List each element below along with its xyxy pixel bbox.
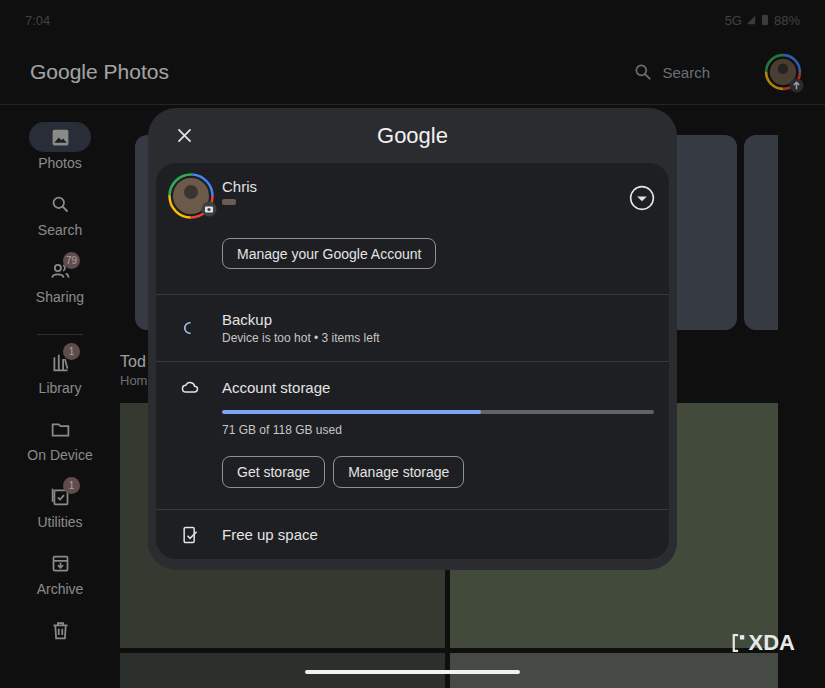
phone-check-icon [180, 525, 200, 545]
storage-title: Account storage [222, 379, 330, 396]
watermark: XDA [732, 630, 795, 656]
spinner-icon [183, 321, 197, 335]
close-button[interactable] [164, 116, 204, 156]
home-indicator[interactable] [305, 670, 520, 674]
icon-cell [156, 525, 222, 545]
storage-bar [222, 410, 654, 414]
account-card: Chris Manage your Google Account Backup Dev… [156, 163, 669, 559]
backup-title: Backup [222, 311, 380, 328]
storage-actions: Get storageManage storage [222, 456, 464, 488]
manage-account-button[interactable]: Manage your Google Account [222, 238, 436, 269]
backup-row[interactable]: Backup Device is too hot • 3 items left [156, 294, 669, 361]
close-icon [175, 126, 194, 145]
storage-body: 71 GB of 118 GB used Get storageManage st… [156, 397, 654, 488]
free-up-label: Free up space [222, 526, 318, 543]
account-info: Chris [222, 178, 629, 205]
storage-reading: 71 GB of 118 GB used [222, 423, 342, 437]
chevron-down-icon [629, 185, 655, 211]
cloud-icon [180, 377, 200, 397]
backup-text: Backup Device is too hot • 3 items left [222, 311, 380, 345]
watermark-text: XDA [749, 630, 795, 656]
dialog-title: Google [196, 123, 629, 149]
storage-header: Account storage [156, 377, 654, 397]
backup-status: Device is too hot • 3 items left [222, 331, 380, 345]
account-name: Chris [222, 178, 629, 195]
storage-section: Account storage 71 GB of 118 GB used Get s… [156, 361, 669, 509]
account-row: Chris [168, 173, 655, 219]
storage-button[interactable]: Manage storage [333, 456, 464, 488]
email-redaction [222, 199, 236, 205]
account-dialog: Google Chris Manage your Google Account Bac… [148, 108, 677, 570]
icon-cell [156, 321, 222, 335]
account-section: Chris Manage your Google Account [156, 163, 669, 294]
dialog-header: Google [156, 108, 669, 163]
xda-bracket-icon [732, 633, 746, 653]
storage-bar-fill [222, 410, 481, 414]
account-avatar [168, 173, 214, 219]
storage-button[interactable]: Get storage [222, 456, 325, 488]
free-up-space-row[interactable]: Free up space [156, 509, 669, 559]
tablet-screen: 7:045G88%Google PhotosSearchPhotosSearch… [0, 0, 825, 688]
camera-icon [201, 201, 217, 217]
account-switcher[interactable] [629, 185, 655, 211]
icon-cell [156, 377, 222, 397]
